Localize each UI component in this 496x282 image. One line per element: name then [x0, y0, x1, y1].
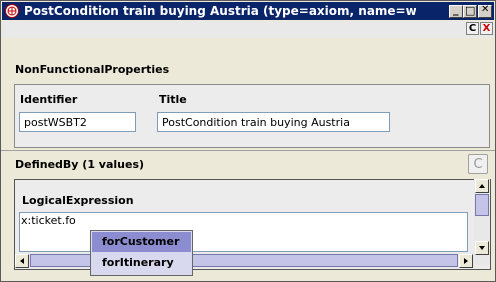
- horizontal-scrollbar[interactable]: [15, 253, 475, 268]
- window-title: PostCondition train buying Austria (type…: [24, 4, 416, 18]
- autocomplete-item-forcustomer[interactable]: forCustomer: [92, 232, 191, 252]
- title-bar[interactable]: PostCondition train buying Austria (type…: [2, 2, 494, 20]
- autocomplete-popup: forCustomer forItinerary: [90, 230, 193, 276]
- definedby-c-button[interactable]: C: [468, 154, 488, 174]
- maximize-button[interactable]: □: [463, 4, 477, 18]
- logical-expression-label: LogicalExpression: [22, 194, 134, 207]
- arrow-left-icon: [20, 258, 24, 264]
- minimize-button[interactable]: _: [449, 3, 463, 18]
- identifier-field[interactable]: postWSBT2: [19, 112, 136, 132]
- close-button[interactable]: ✕: [478, 4, 492, 18]
- nfp-section-label: NonFunctionalProperties: [15, 63, 170, 76]
- toolbar-row: C X: [2, 21, 494, 38]
- logical-expression-text: x:ticket.fo: [21, 214, 76, 227]
- title-field[interactable]: PostCondition train buying Austria: [157, 112, 390, 132]
- ontology-icon: [5, 4, 19, 18]
- editor-window: PostCondition train buying Austria (type…: [0, 0, 496, 282]
- minimize-icon: _: [453, 3, 459, 16]
- vertical-scrollbar[interactable]: [474, 179, 490, 265]
- vertical-scroll-thumb[interactable]: [475, 194, 489, 216]
- x-button[interactable]: X: [480, 22, 493, 35]
- divider: [1, 150, 495, 151]
- scroll-up-button[interactable]: [475, 179, 489, 193]
- arrow-right-icon: [464, 258, 468, 264]
- scroll-down-button[interactable]: [475, 241, 489, 255]
- scroll-right-button[interactable]: [459, 254, 473, 268]
- identifier-label: Identifier: [20, 93, 78, 106]
- nfp-panel: Identifier Title postWSBT2 PostCondition…: [14, 84, 490, 148]
- title-label: Title: [159, 93, 187, 106]
- definedby-label: DefinedBy (1 values): [15, 158, 145, 171]
- c-button[interactable]: C: [466, 22, 479, 35]
- maximize-icon: □: [465, 4, 476, 17]
- autocomplete-item-foritinerary[interactable]: forItinerary: [92, 253, 191, 273]
- arrow-up-icon: [479, 184, 485, 188]
- close-icon: ✕: [481, 4, 490, 15]
- logical-expression-editor[interactable]: x:ticket.fo: [19, 212, 468, 252]
- arrow-down-icon: [479, 246, 485, 250]
- scroll-left-button[interactable]: [15, 254, 29, 268]
